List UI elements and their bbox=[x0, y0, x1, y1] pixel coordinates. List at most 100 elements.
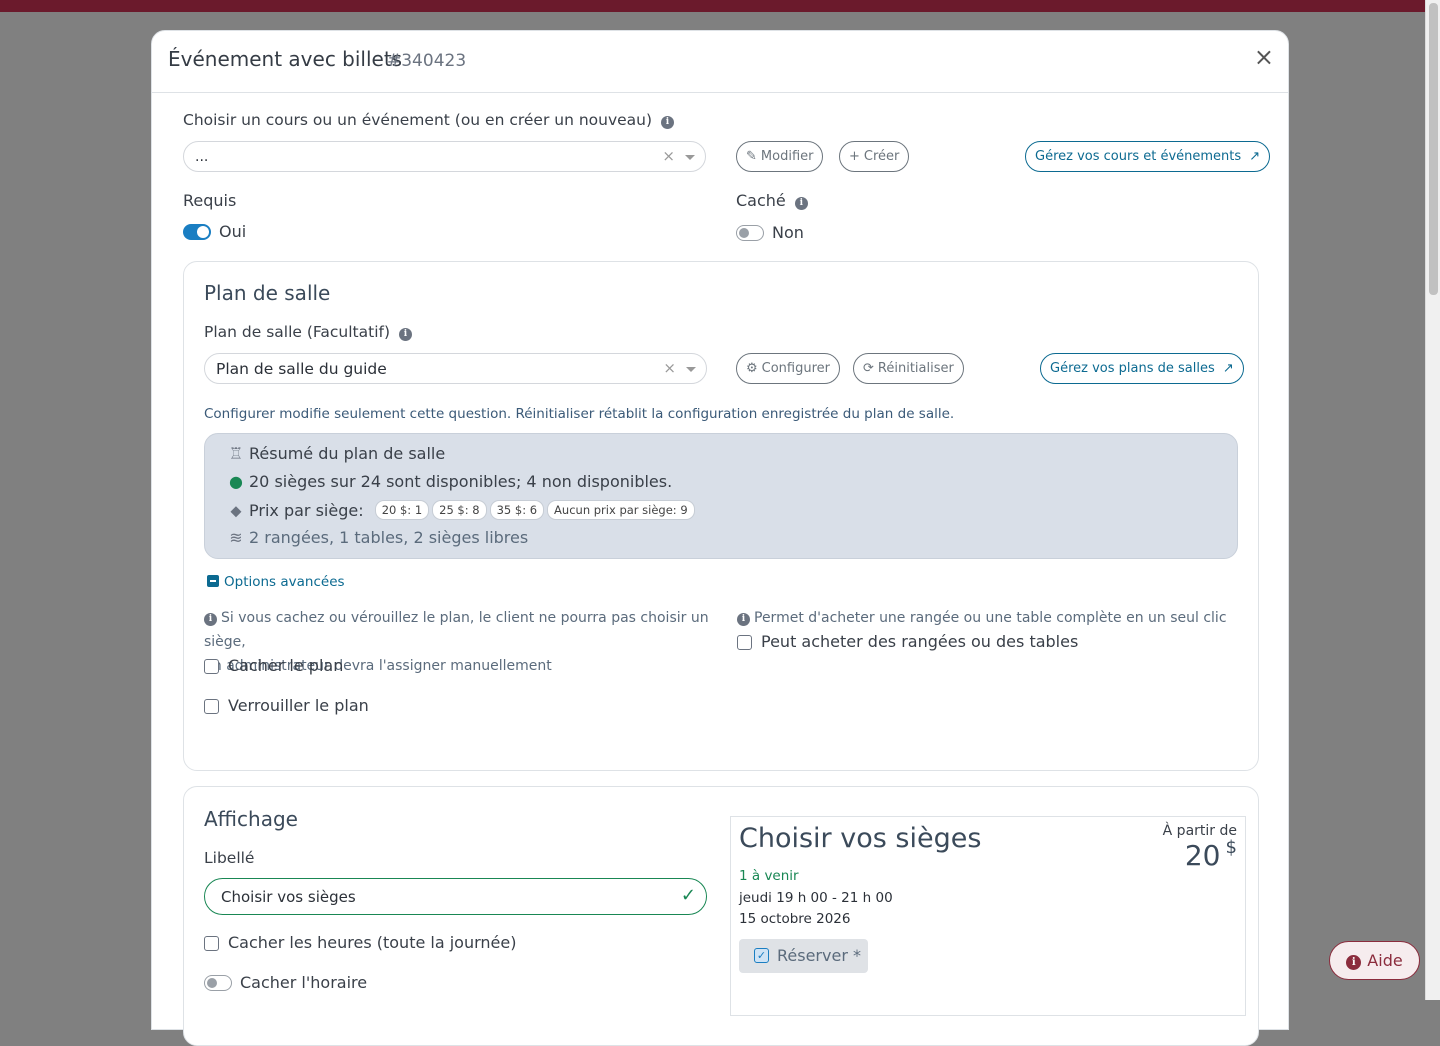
required-toggle[interactable] bbox=[183, 224, 211, 240]
display-title: Affichage bbox=[204, 807, 298, 831]
rows-info-text: Permet d'acheter une rangée ou une table… bbox=[754, 610, 1227, 626]
hide-info-line1: Si vous cachez ou vérouillez le plan, le… bbox=[204, 610, 709, 650]
lock-plan-checkbox[interactable] bbox=[204, 699, 219, 714]
price-pill: 25 $: 8 bbox=[432, 500, 487, 520]
info-icon[interactable]: i bbox=[794, 197, 808, 210]
info-icon: i bbox=[737, 613, 750, 626]
help-button[interactable]: i Aide bbox=[1329, 941, 1420, 980]
seating-select-value: Plan de salle du guide bbox=[216, 360, 387, 378]
preview-upcoming: 1 à venir bbox=[739, 868, 799, 884]
info-icon[interactable]: i bbox=[661, 116, 674, 129]
label-field-label: Libellé bbox=[204, 849, 255, 867]
event-select-label-text: Choisir un cours ou un événement (ou en … bbox=[183, 111, 653, 129]
modify-button-label: Modifier bbox=[760, 149, 814, 164]
modify-button[interactable]: ✎ Modifier bbox=[736, 141, 824, 172]
preview-title: Choisir vos sièges bbox=[739, 823, 982, 854]
required-value: Oui bbox=[219, 222, 247, 241]
buy-rows-label: Peut acheter des rangées ou des tables bbox=[761, 632, 1079, 651]
modal-title: Événement avec billets bbox=[168, 47, 403, 71]
advanced-options-label: Options avancées bbox=[224, 574, 345, 590]
refresh-icon: ⟳ bbox=[863, 361, 874, 376]
info-icon: i bbox=[204, 613, 217, 626]
hide-schedule-toggle[interactable] bbox=[204, 975, 232, 991]
price-label: Prix par siège: bbox=[249, 501, 364, 520]
label-input-value: Choisir vos sièges bbox=[221, 888, 356, 906]
hide-hours-label: Cacher les heures (toute la journée) bbox=[228, 933, 517, 952]
summary-title-row: ♖ Résumé du plan de salle bbox=[227, 444, 445, 463]
manage-plans-button[interactable]: Gérez vos plans de salles ↗ bbox=[1040, 353, 1244, 384]
preview-price: 20 $ bbox=[1185, 837, 1237, 872]
scrollbar-thumb[interactable] bbox=[1429, 3, 1438, 295]
seating-help-text: Configurer modifie seulement cette quest… bbox=[204, 406, 955, 422]
close-icon[interactable]: × bbox=[1254, 45, 1274, 69]
info-icon: i bbox=[1346, 955, 1362, 970]
reserve-button[interactable]: ✓ Réserver * bbox=[739, 939, 868, 973]
manage-plans-label: Gérez vos plans de salles bbox=[1050, 361, 1215, 376]
summary-availability: 20 sièges sur 24 sont disponibles; 4 non… bbox=[249, 472, 673, 491]
clear-icon[interactable]: × bbox=[663, 359, 676, 377]
hide-hours-checkbox[interactable] bbox=[204, 936, 219, 951]
hidden-label-wrap: Caché i bbox=[736, 191, 808, 210]
required-label: Requis bbox=[183, 191, 237, 210]
summary-layout-row: ≋ 2 rangées, 1 tables, 2 sièges libres bbox=[227, 528, 528, 547]
display-card: Affichage Libellé Choisir vos sièges ✓ C… bbox=[183, 786, 1259, 1046]
create-button[interactable]: + Créer bbox=[839, 141, 910, 172]
external-link-icon: ↗ bbox=[1222, 361, 1234, 376]
page-scrollbar[interactable] bbox=[1425, 0, 1440, 1000]
advanced-options-toggle[interactable]: Options avancées bbox=[207, 574, 345, 590]
chevron-down-icon[interactable] bbox=[685, 155, 695, 160]
seating-select[interactable]: Plan de salle du guide × bbox=[204, 353, 707, 384]
seating-title: Plan de salle bbox=[204, 281, 331, 305]
modal-header: Événement avec billets #340423 × bbox=[152, 31, 1288, 93]
hidden-toggle[interactable] bbox=[736, 225, 764, 241]
lock-plan-label: Verrouiller le plan bbox=[228, 696, 369, 715]
seating-card: Plan de salle Plan de salle (Facultatif)… bbox=[183, 261, 1259, 771]
reserve-checkbox[interactable]: ✓ bbox=[754, 948, 769, 963]
buy-rows-checkbox[interactable] bbox=[737, 635, 752, 650]
minus-square-icon bbox=[207, 575, 219, 587]
chevron-down-icon[interactable] bbox=[686, 367, 696, 372]
label-input[interactable]: Choisir vos sièges ✓ bbox=[204, 878, 707, 915]
clear-icon[interactable]: × bbox=[662, 147, 675, 165]
reset-button-label: Réinitialiser bbox=[877, 361, 954, 376]
check-circle-icon: ● bbox=[229, 472, 243, 491]
event-select[interactable]: ... × bbox=[183, 141, 706, 172]
event-id: #340423 bbox=[387, 51, 467, 71]
summary-availability-row: ● 20 sièges sur 24 sont disponibles; 4 no… bbox=[227, 472, 672, 491]
help-button-label: Aide bbox=[1367, 951, 1403, 970]
configure-button-label: Configurer bbox=[761, 361, 831, 376]
rows-info: i Permet d'acheter une rangée ou une tabl… bbox=[737, 606, 1227, 630]
preview-time: jeudi 19 h 00 - 21 h 00 bbox=[739, 890, 893, 906]
hide-plan-checkbox[interactable] bbox=[204, 659, 219, 674]
event-select-value: ... bbox=[195, 149, 209, 165]
manage-events-button[interactable]: Gérez vos cours et événements ↗ bbox=[1025, 141, 1271, 172]
price-pill: 35 $: 6 bbox=[489, 500, 545, 520]
chair-icon: ♖ bbox=[228, 444, 244, 463]
configure-button[interactable]: ⚙ Configurer bbox=[736, 353, 841, 384]
reserve-label: Réserver * bbox=[777, 946, 861, 965]
summary-layout: 2 rangées, 1 tables, 2 sièges libres bbox=[249, 528, 529, 547]
manage-events-label: Gérez vos cours et événements bbox=[1035, 149, 1242, 164]
create-button-label: Créer bbox=[863, 149, 900, 164]
edit-icon: ✎ bbox=[746, 149, 757, 164]
price-pill: Aucun prix par siège: 9 bbox=[547, 500, 695, 520]
summary-prices-row: ⬥ Prix par siège: 20 $: 1 25 $: 8 35 $: 6 Au… bbox=[227, 500, 695, 521]
preview-date: 15 octobre 2026 bbox=[739, 911, 851, 927]
tag-icon: ⬥ bbox=[230, 501, 242, 520]
top-bar bbox=[0, 0, 1425, 12]
info-icon[interactable]: i bbox=[398, 328, 412, 341]
event-modal: Événement avec billets #340423 × Choisir… bbox=[151, 30, 1289, 1046]
check-icon: ✓ bbox=[680, 885, 696, 906]
layers-icon: ≋ bbox=[229, 528, 243, 547]
booking-preview: Choisir vos sièges À partir de 20 $ 1 à … bbox=[730, 816, 1246, 1016]
hidden-value: Non bbox=[772, 223, 804, 242]
seating-summary: ♖ Résumé du plan de salle ● 20 sièges sur … bbox=[204, 433, 1238, 559]
price-pill: 20 $: 1 bbox=[374, 500, 430, 520]
reset-button[interactable]: ⟳ Réinitialiser bbox=[853, 353, 964, 384]
gear-icon: ⚙ bbox=[746, 361, 758, 376]
preview-price-value: 20 bbox=[1184, 839, 1221, 872]
hidden-label: Caché bbox=[736, 191, 786, 210]
external-link-icon: ↗ bbox=[1249, 149, 1261, 164]
summary-title: Résumé du plan de salle bbox=[249, 444, 446, 463]
seating-field-label: Plan de salle (Facultatif) i bbox=[204, 323, 412, 341]
